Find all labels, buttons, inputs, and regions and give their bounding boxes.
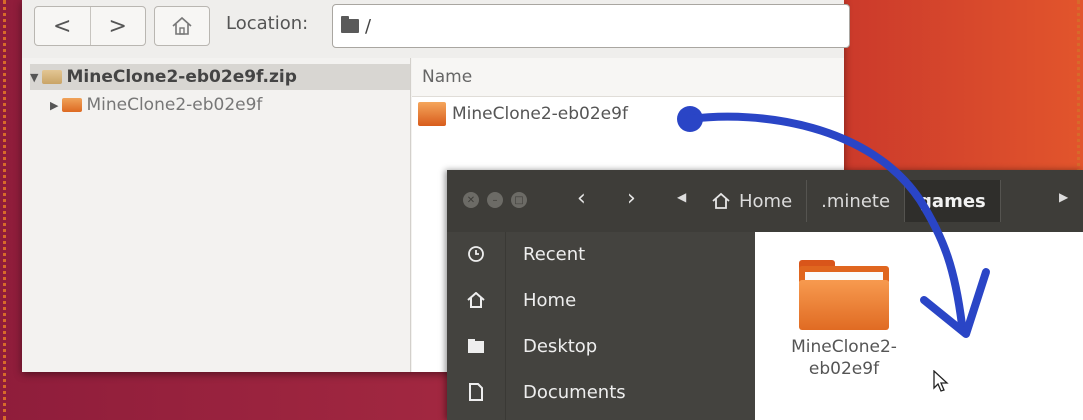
folder-icon	[418, 102, 446, 126]
tree-item-folder[interactable]: ▶ MineClone2-eb02e9f	[50, 92, 262, 118]
sidebar-item-desktop[interactable]: Desktop	[447, 326, 755, 366]
document-icon	[447, 383, 505, 401]
tree-item-label: MineClone2-eb02e9f.zip	[66, 67, 297, 87]
folder-icon	[62, 98, 83, 112]
location-path: /	[365, 15, 372, 37]
maximize-window-icon[interactable]: □	[511, 192, 527, 208]
forward-arrow-icon: >	[108, 13, 127, 39]
sidebar-item-label: Documents	[523, 381, 626, 403]
forward-arrow-icon[interactable]: ›	[627, 186, 636, 211]
location-field[interactable]: /	[332, 4, 850, 48]
expanded-triangle-icon[interactable]: ▼	[30, 71, 38, 84]
crumb-scroll-left-icon[interactable]: ◀	[677, 190, 686, 204]
folder-name-line: eb02e9f	[808, 359, 880, 379]
home-icon	[447, 292, 505, 308]
files-content-area: MineClone2- eb02e9f	[755, 232, 1083, 420]
mouse-cursor-icon	[933, 370, 949, 392]
tree-item-zip[interactable]: ▼ MineClone2-eb02e9f.zip	[30, 64, 410, 90]
files-window: ✕ – □ ‹ › ◀ Home .minete games ▶ Recent …	[447, 170, 1083, 420]
column-header-name[interactable]: Name	[412, 58, 844, 97]
back-arrow-icon: <	[53, 13, 72, 39]
sidebar-item-recent[interactable]: Recent	[447, 234, 755, 274]
clock-icon	[447, 245, 505, 263]
forward-button[interactable]: >	[91, 7, 146, 45]
crumb-minetest[interactable]: .minete	[807, 180, 906, 222]
breadcrumb: Home .minete games	[697, 180, 1001, 222]
back-arrow-icon[interactable]: ‹	[577, 186, 586, 211]
crumb-label: Home	[739, 190, 793, 212]
archive-toolbar: < > Location: /	[22, 0, 850, 58]
file-row-label: MineClone2-eb02e9f	[452, 104, 628, 124]
crumb-label: games	[919, 190, 986, 212]
crumb-label: .minete	[821, 190, 891, 212]
sidebar-item-label: Home	[523, 289, 577, 311]
archive-icon	[42, 70, 63, 84]
close-window-icon[interactable]: ✕	[463, 192, 479, 208]
location-label: Location:	[226, 13, 309, 34]
sidebar-item-label: Desktop	[523, 335, 598, 357]
files-headerbar: ✕ – □ ‹ › ◀ Home .minete games ▶	[447, 170, 1083, 232]
minimize-window-icon[interactable]: –	[487, 192, 503, 208]
home-button[interactable]	[154, 6, 210, 46]
back-button[interactable]: <	[35, 7, 91, 45]
archive-tree: ▼ MineClone2-eb02e9f.zip ▶ MineClone2-eb…	[22, 58, 411, 372]
nav-button-group: < >	[34, 6, 146, 46]
file-row[interactable]: MineClone2-eb02e9f	[418, 102, 628, 126]
places-sidebar: Recent Home Desktop Documents	[447, 232, 755, 420]
crumb-games[interactable]: games	[905, 180, 1001, 222]
home-icon	[712, 192, 730, 209]
column-header-label: Name	[422, 67, 473, 87]
sidebar-item-documents[interactable]: Documents	[447, 372, 755, 412]
home-icon	[172, 16, 192, 35]
folder-name[interactable]: MineClone2- eb02e9f	[779, 336, 909, 380]
sidebar-item-home[interactable]: Home	[447, 280, 755, 320]
tree-item-label: MineClone2-eb02e9f	[86, 95, 263, 115]
sidebar-item-label: Recent	[523, 243, 586, 265]
folder-icon	[447, 338, 505, 354]
frame-border-left	[3, 0, 6, 420]
collapsed-triangle-icon[interactable]: ▶	[50, 99, 58, 112]
folder-name-line: MineClone2-	[791, 337, 897, 357]
folder-icon	[341, 16, 359, 33]
folder-icon[interactable]	[799, 260, 889, 330]
crumb-scroll-right-icon[interactable]: ▶	[1059, 190, 1068, 204]
crumb-home[interactable]: Home	[697, 180, 808, 222]
